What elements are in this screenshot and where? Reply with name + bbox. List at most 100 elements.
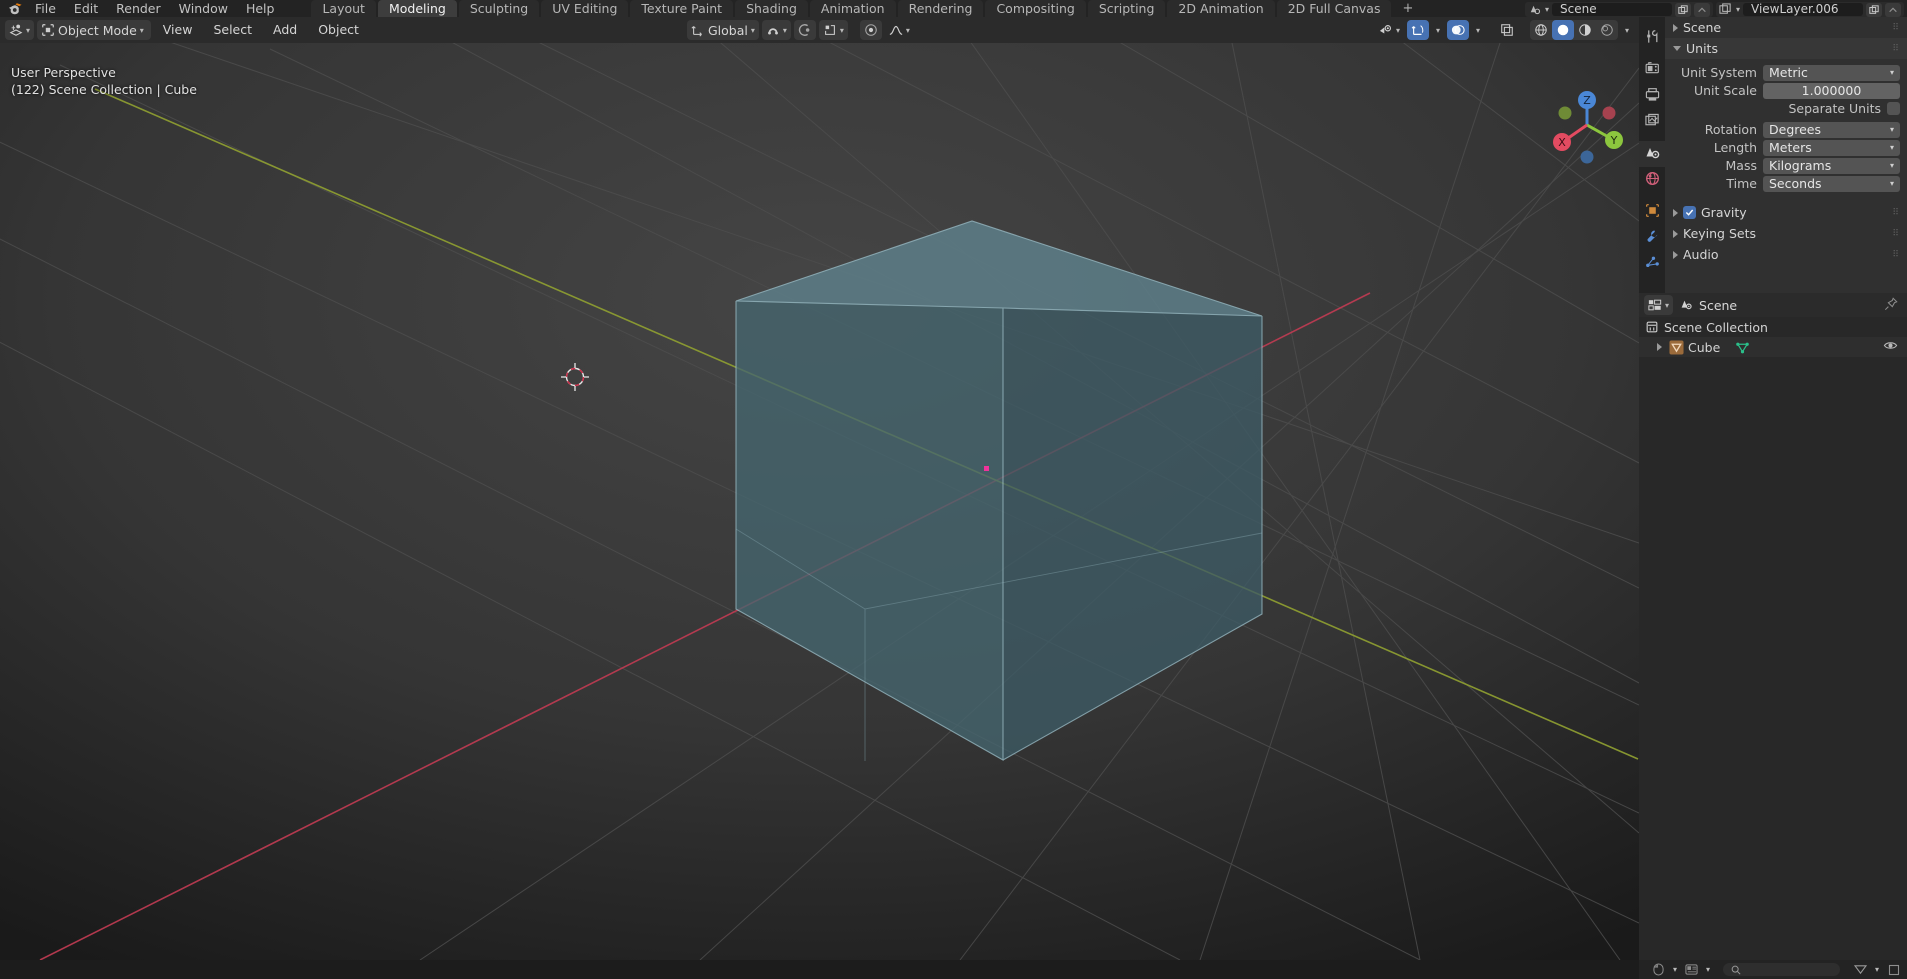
outliner-row-cube[interactable]: Cube xyxy=(1639,337,1907,357)
menu-window[interactable]: Window xyxy=(170,0,237,17)
status-search-field[interactable] xyxy=(1723,963,1840,976)
navigation-gizmo[interactable]: Z Y X xyxy=(1539,77,1635,173)
blender-version-icon[interactable] xyxy=(1853,963,1868,976)
viewport-header: ▾ Object Mode ▾ View Select Add Object G… xyxy=(0,17,1639,43)
outliner-row-scene-collection[interactable]: Scene Collection xyxy=(1639,317,1907,337)
menu-file[interactable]: File xyxy=(26,0,65,17)
menu-edit[interactable]: Edit xyxy=(65,0,107,17)
add-workspace-button[interactable]: + xyxy=(1393,0,1422,17)
label-unit-system: Unit System xyxy=(1680,65,1757,80)
view-layer-selector[interactable]: ▾ ViewLayer.006 xyxy=(1715,2,1904,17)
dropdown-time[interactable]: Seconds ▾ xyxy=(1763,175,1900,192)
overlays-options-dropdown[interactable]: ▾ xyxy=(1472,20,1484,40)
dropdown-mass[interactable]: Kilograms ▾ xyxy=(1763,157,1900,174)
label-time: Time xyxy=(1726,176,1757,191)
workspace-tab-2d-animation[interactable]: 2D Animation xyxy=(1167,0,1275,17)
panel-header-gravity[interactable]: Gravity ⠿ xyxy=(1665,202,1907,223)
viewport-menu-add[interactable]: Add xyxy=(264,20,306,40)
panel-header-units[interactable]: Units ⠿ xyxy=(1665,38,1907,59)
dropdown-rotation[interactable]: Degrees ▾ xyxy=(1763,121,1900,138)
outliner-scene-name[interactable]: Scene xyxy=(1699,298,1737,313)
shading-material-preview-button[interactable] xyxy=(1574,20,1596,40)
interaction-mode-selector[interactable]: Object Mode ▾ xyxy=(37,20,151,40)
transform-orientation-selector[interactable]: Global ▾ xyxy=(687,20,759,40)
outliner-display-mode-icon xyxy=(1648,298,1662,312)
view-layer-name[interactable]: ViewLayer.006 xyxy=(1743,3,1863,16)
chevron-down-icon: ▾ xyxy=(1874,965,1879,974)
chevron-right-icon[interactable] xyxy=(1657,343,1662,351)
checkbox-gravity[interactable] xyxy=(1683,206,1696,219)
panel-header-scene[interactable]: Scene ⠿ xyxy=(1665,17,1907,38)
workspace-tab-scripting[interactable]: Scripting xyxy=(1087,0,1166,17)
shading-solid-button[interactable] xyxy=(1551,20,1574,40)
pin-icon[interactable] xyxy=(1884,296,1898,314)
menu-help[interactable]: Help xyxy=(237,0,284,17)
checkbox-separate-units[interactable] xyxy=(1887,102,1900,115)
viewport-menu-object[interactable]: Object xyxy=(309,20,368,40)
scene-selector[interactable]: ▾ Scene xyxy=(1524,2,1713,17)
shading-wireframe-button[interactable] xyxy=(1530,20,1552,40)
gizmo-toggle[interactable] xyxy=(1406,20,1429,40)
workspace-tab-sculpting[interactable]: Sculpting xyxy=(458,0,540,17)
workspace-tab-layout[interactable]: Layout xyxy=(311,0,376,17)
snap-toggle[interactable]: ▾ xyxy=(761,20,791,40)
workspace-tab-compositing[interactable]: Compositing xyxy=(985,0,1086,17)
properties-tab-scene[interactable] xyxy=(1639,141,1665,167)
properties-tab-modifiers[interactable] xyxy=(1639,225,1665,251)
properties-tab-particles[interactable] xyxy=(1639,251,1665,277)
chevron-down-icon: ▾ xyxy=(1889,68,1894,77)
workspace-tab-animation[interactable]: Animation xyxy=(809,0,896,17)
scene-icon xyxy=(1644,145,1660,164)
chevron-down-icon: ▾ xyxy=(1889,179,1894,188)
workspace-tab-rendering[interactable]: Rendering xyxy=(897,0,984,17)
properties-tab-output[interactable] xyxy=(1639,83,1665,109)
dropdown-unit-system[interactable]: Metric ▾ xyxy=(1763,64,1900,81)
editor-type-selector[interactable]: ▾ xyxy=(5,20,35,40)
properties-tab-view-layer[interactable] xyxy=(1639,109,1665,135)
collection-icon xyxy=(1645,320,1659,334)
snap-target-selector[interactable]: ▾ xyxy=(818,20,848,40)
falloff-curve-selector[interactable]: ▾ xyxy=(885,20,914,40)
dropdown-length[interactable]: Meters ▾ xyxy=(1763,139,1900,156)
shading-rendered-button[interactable] xyxy=(1596,20,1618,40)
properties-tab-object[interactable] xyxy=(1639,199,1665,225)
properties-tab-tool[interactable] xyxy=(1639,25,1665,51)
properties-tab-render[interactable] xyxy=(1639,57,1665,83)
new-scene-button[interactable] xyxy=(1674,2,1691,17)
scene-name[interactable]: Scene xyxy=(1551,3,1672,16)
workspace-tab-shading[interactable]: Shading xyxy=(735,0,808,17)
properties-body: Scene ⠿ Units ⠿ Unit System Metric ▾ Uni… xyxy=(1665,17,1907,293)
proportional-editing-toggle[interactable] xyxy=(793,20,816,40)
remove-view-layer-button[interactable] xyxy=(1885,2,1901,17)
new-view-layer-button[interactable] xyxy=(1866,2,1882,17)
workspace-tab-2d-full-canvas[interactable]: 2D Full Canvas xyxy=(1276,0,1392,17)
unlink-scene-button[interactable] xyxy=(1693,2,1710,17)
eye-icon[interactable] xyxy=(1883,338,1898,356)
gizmo-options-dropdown[interactable]: ▾ xyxy=(1432,20,1444,40)
workspace-tab-texture-paint[interactable]: Texture Paint xyxy=(630,0,734,17)
toggle-xray-button[interactable] xyxy=(1496,20,1518,40)
workspace-tab-uv-editing[interactable]: UV Editing xyxy=(541,0,629,17)
mouse-left-icon[interactable] xyxy=(1651,963,1666,976)
chevron-right-icon xyxy=(1673,250,1678,259)
mouse-right-icon[interactable] xyxy=(1684,963,1699,976)
interaction-mode-label: Object Mode xyxy=(58,22,137,38)
viewport-menu-select[interactable]: Select xyxy=(204,20,261,40)
mesh-data-icon[interactable] xyxy=(1735,340,1750,354)
proportional-falloff-toggle[interactable] xyxy=(859,20,882,40)
viewport-canvas[interactable]: User Perspective (122) Scene Collection … xyxy=(0,43,1639,960)
3d-viewport[interactable]: ▾ Object Mode ▾ View Select Add Object G… xyxy=(0,17,1639,960)
input-unit-scale[interactable]: 1.000000 xyxy=(1763,82,1900,99)
outliner-display-mode-selector[interactable]: ▾ xyxy=(1644,295,1674,315)
menu-render[interactable]: Render xyxy=(107,0,170,17)
workspace-tab-modeling[interactable]: Modeling xyxy=(377,0,457,17)
shading-options-dropdown[interactable]: ▾ xyxy=(1621,20,1633,40)
viewport-menu-view[interactable]: View xyxy=(154,20,202,40)
object-types-visibility-button[interactable]: ▾ xyxy=(1375,20,1404,40)
properties-tab-world[interactable] xyxy=(1639,167,1665,193)
panel-header-audio[interactable]: Audio ⠿ xyxy=(1665,244,1907,265)
view-layer-icon xyxy=(1719,2,1733,17)
panel-header-keying-sets[interactable]: Keying Sets ⠿ xyxy=(1665,223,1907,244)
blender-logo-icon[interactable] xyxy=(4,0,26,17)
overlays-toggle[interactable] xyxy=(1446,20,1469,40)
